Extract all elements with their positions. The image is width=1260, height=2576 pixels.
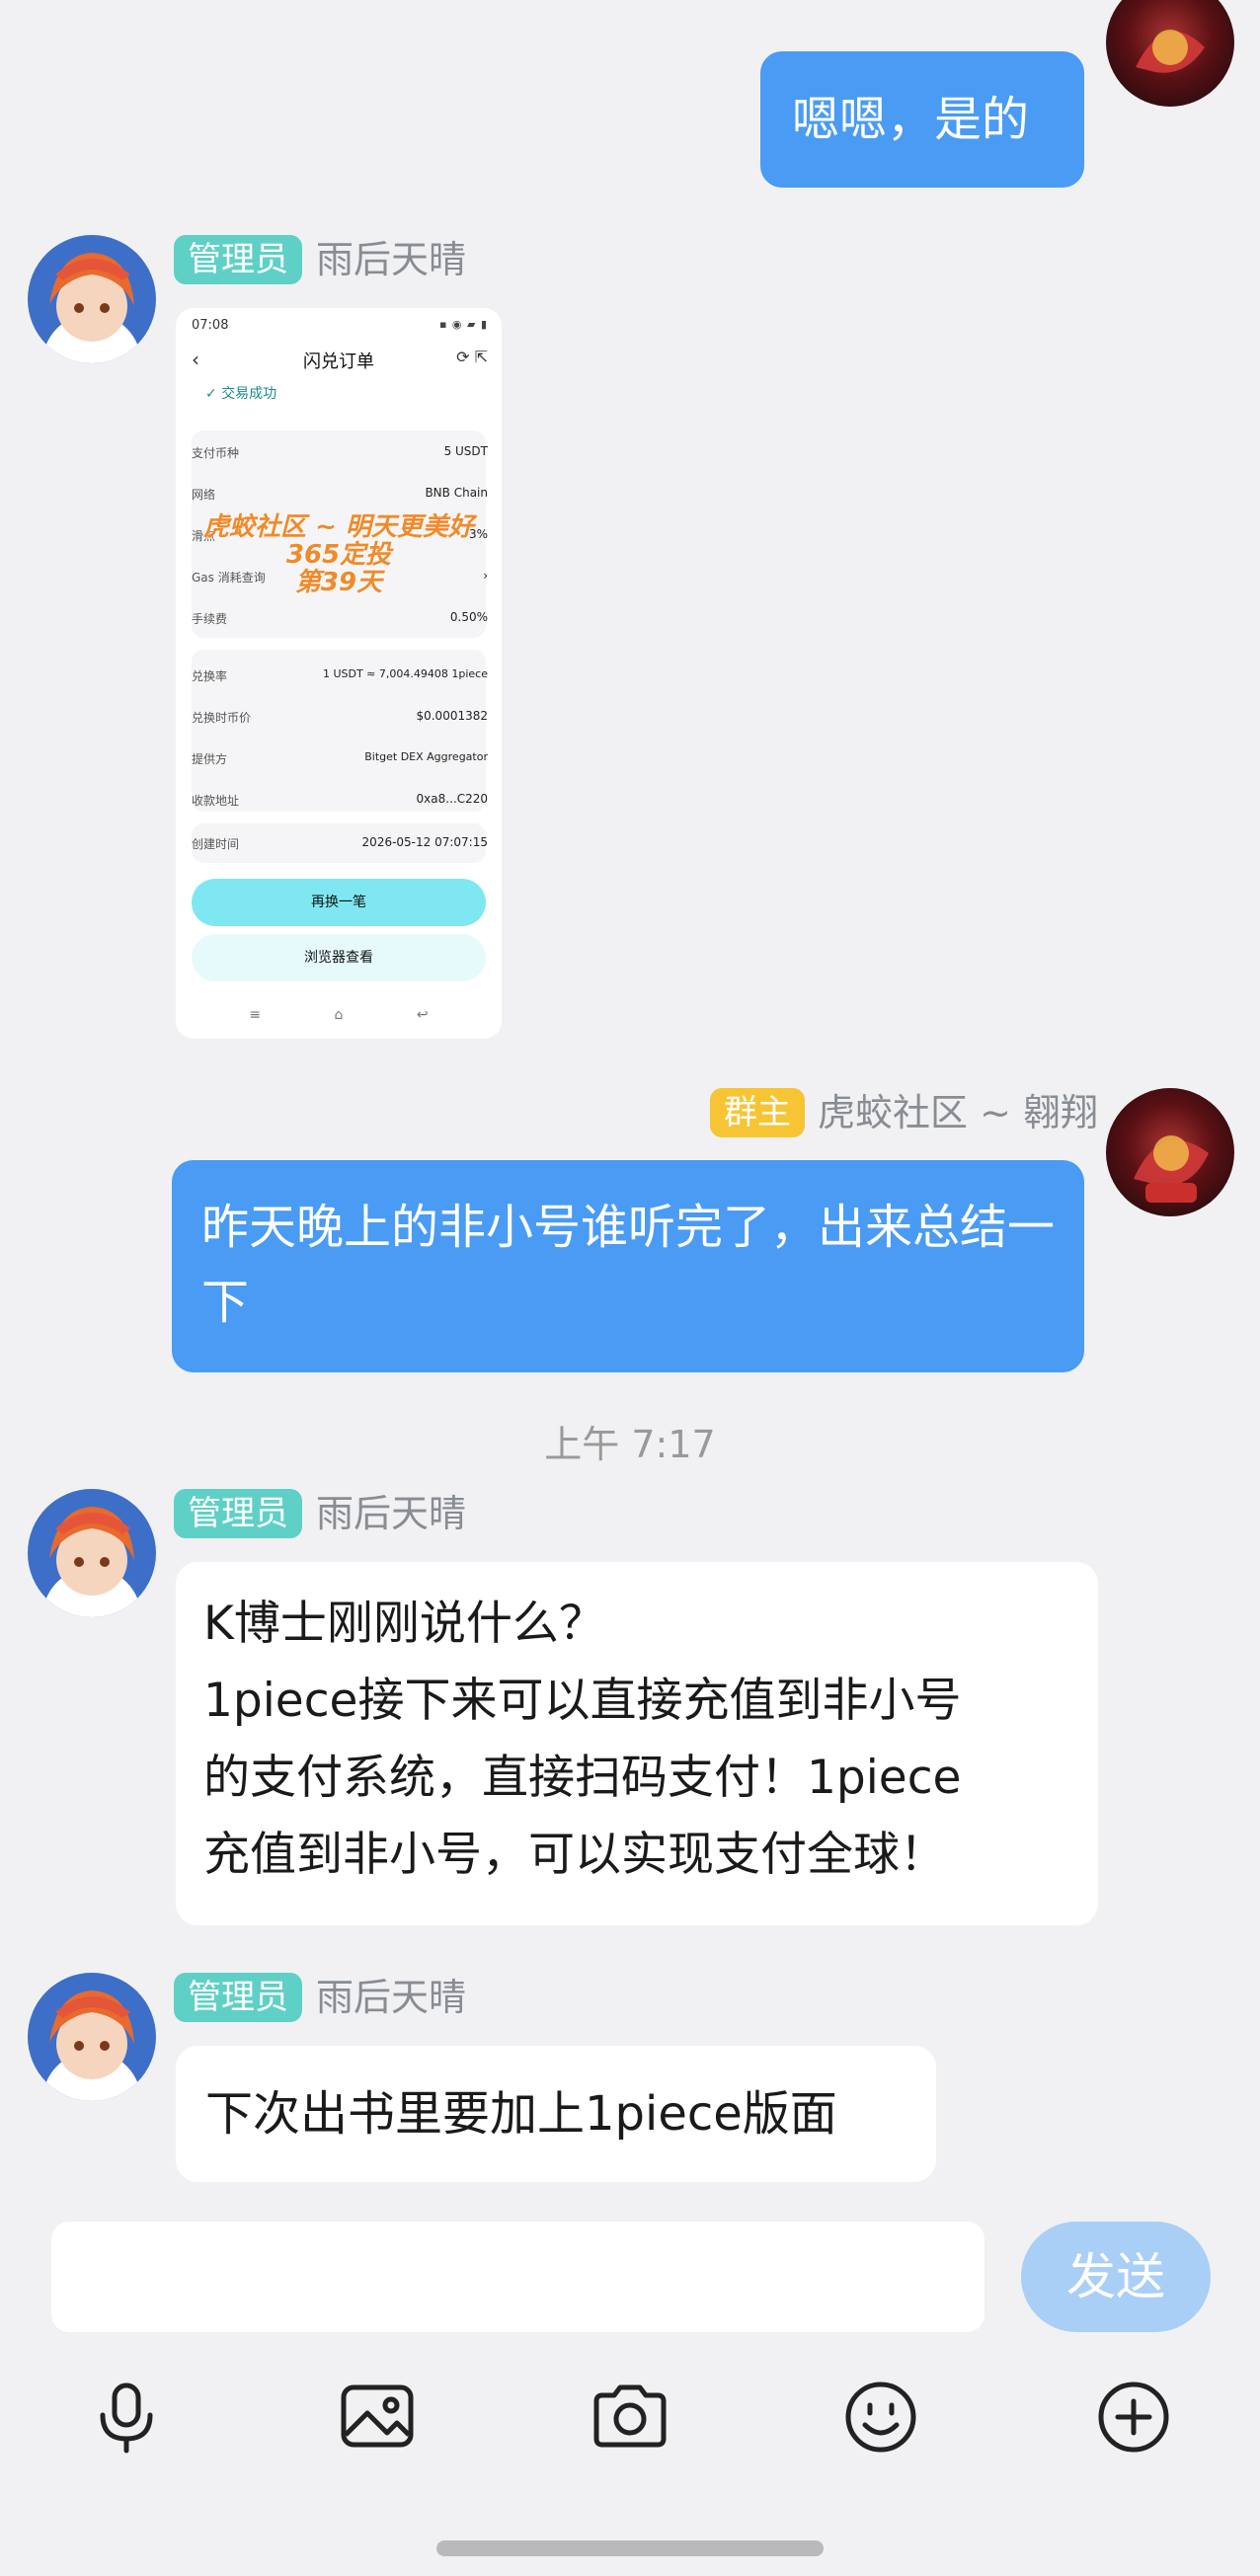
plus-icon[interactable] [1094, 2378, 1173, 2457]
row-fee: 手续费 0.50% [192, 610, 488, 626]
home-indicator[interactable] [436, 2540, 824, 2556]
screenshot-title: 闪兑订单 [303, 351, 374, 372]
message-line: 1piece接下来可以直接充值到非小号 [203, 1674, 962, 1728]
shared-screenshot-image[interactable]: 07:08 ▪ ◉ ▰ ▮ ‹ 闪兑订单 ⟳ ⇱ ✓ 交易成功 支付币种 5 US… [176, 308, 502, 1039]
sender-avatar[interactable] [28, 1973, 156, 2101]
message-line: 充值到非小号，可以实现支付全球！ [203, 1828, 946, 1882]
row-rate: 兑换率 1 USDT ≈ 7,004.49408 1piece [192, 667, 488, 683]
row-address: 收款地址 0xa8...C220 [192, 792, 488, 808]
time-divider: 上午 7:17 [544, 1423, 716, 1466]
row-price: 兑换时币价 $0.0001382 [192, 709, 488, 725]
success-status-text: 交易成功 [221, 386, 277, 402]
admin-badge: 管理员 [174, 235, 302, 284]
row-created: 创建时间 2026-05-12 07:07:15 [192, 835, 488, 851]
browser-view-button: 浏览器查看 [192, 934, 486, 981]
watermark-line-2: 365定投 [285, 540, 392, 570]
image-icon[interactable] [338, 2378, 417, 2457]
message-bubble-outgoing[interactable]: 昨天晚上的非小号谁听完了，出来总结一下 [172, 1160, 1084, 1372]
sender-name: 虎蛟社区 ~ 翱翔 [818, 1091, 1098, 1134]
message-text: 下次出书里要加上1piece版面 [205, 2086, 837, 2142]
admin-badge: 管理员 [174, 1973, 302, 2022]
emoji-icon[interactable] [841, 2378, 920, 2457]
anime-girl-avatar-image [42, 1991, 141, 2101]
sender-avatar[interactable] [28, 235, 156, 363]
row-network: 网络 BNB Chain [192, 486, 488, 502]
message-line: 的支付系统，直接扫码支付！1piece [203, 1751, 962, 1805]
anime-girl-avatar-image [42, 253, 141, 363]
row-provider: 提供方 Bitget DEX Aggregator [192, 750, 488, 766]
screenshot-header-icons: ⟳ ⇱ [456, 348, 488, 366]
owner-avatar[interactable] [1106, 0, 1234, 107]
dragon-avatar-image [1136, 30, 1205, 73]
microphone-icon[interactable] [87, 2378, 166, 2457]
camera-icon[interactable] [591, 2378, 669, 2457]
message-bubble-outgoing[interactable]: 嗯嗯，是的 [760, 51, 1084, 188]
message-bubble-incoming[interactable]: K博士刚刚说什么？ 1piece接下来可以直接充值到非小号 的支付系统，直接扫码… [176, 1562, 1098, 1925]
message-input[interactable] [51, 2222, 984, 2332]
success-status: ✓ 交易成功 [205, 386, 277, 402]
screenshot-nav-bar: ≡ ⌂ ↩ [249, 1007, 429, 1023]
anime-girl-avatar-image [42, 1507, 141, 1617]
owner-avatar[interactable] [1106, 1088, 1234, 1216]
dragon-avatar-image [1134, 1135, 1209, 1203]
sender-name: 雨后天晴 [316, 238, 467, 281]
admin-badge: 管理员 [174, 1489, 302, 1538]
message-bubble-incoming[interactable]: 下次出书里要加上1piece版面 [176, 2046, 936, 2182]
row-pay-token: 支付币种 5 USDT [192, 444, 488, 460]
sender-name: 雨后天晴 [316, 1976, 467, 2019]
watermark-line-1: 虎蛟社区 ~ 明天更美好 [203, 512, 474, 542]
screenshot-status-time: 07:08 [192, 318, 229, 333]
sender-name: 雨后天晴 [316, 1492, 467, 1535]
message-text: 嗯嗯，是的 [792, 92, 1030, 147]
sender-avatar[interactable] [28, 1489, 156, 1617]
owner-badge: 群主 [710, 1088, 805, 1137]
screenshot-status-icons: ▪ ◉ ▰ ▮ [438, 318, 488, 331]
swap-again-button: 再换一笔 [192, 879, 486, 926]
message-text: 昨天晚上的非小号谁听完了，出来总结一下 [201, 1200, 1056, 1330]
send-button[interactable]: 发送 [1021, 2222, 1211, 2332]
message-line: K博士刚刚说什么？ [203, 1597, 605, 1651]
watermark-line-3: 第39天 [294, 568, 383, 597]
